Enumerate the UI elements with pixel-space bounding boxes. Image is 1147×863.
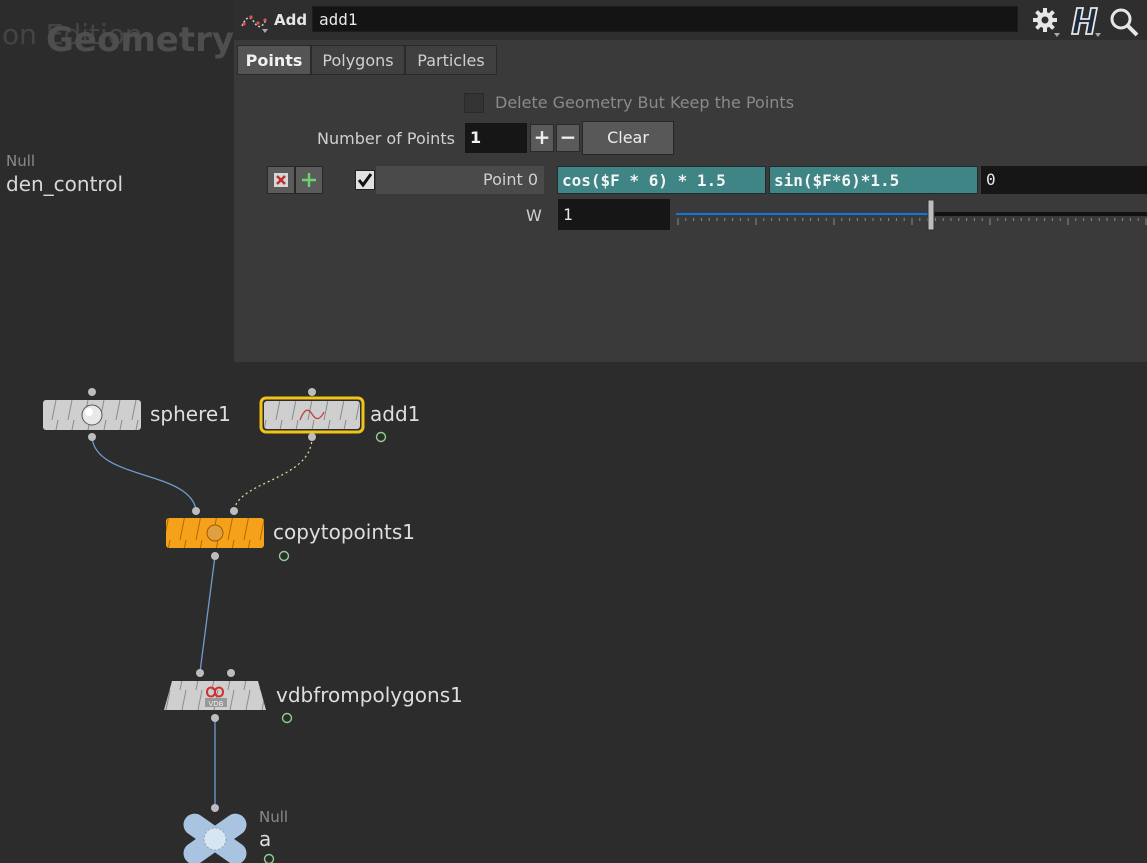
- null-icon: [183, 813, 247, 863]
- delete-geometry-checkbox[interactable]: [464, 93, 484, 113]
- point0-label: Point 0: [483, 170, 538, 189]
- time-dependent-icon: [278, 550, 290, 562]
- point0-z-field[interactable]: 0: [981, 166, 1147, 194]
- tab-points[interactable]: Points: [237, 45, 311, 75]
- wire-add-to-copy[interactable]: [233, 436, 313, 511]
- node-add1[interactable]: add1: [259, 388, 420, 443]
- number-of-points-label: Number of Points: [317, 129, 455, 148]
- node-null-a[interactable]: Null a: [179, 804, 288, 863]
- node-name-input[interactable]: [312, 6, 1018, 32]
- w-field[interactable]: 1: [558, 199, 670, 230]
- time-dependent-icon: [375, 431, 387, 443]
- selected-null-type: Null: [6, 152, 36, 170]
- node-network[interactable]: sphere1 add1 copytopoints1 VDB vdbfrompo…: [0, 362, 1147, 863]
- node-label-add1: add1: [370, 402, 420, 426]
- add-point-button[interactable]: +: [530, 124, 554, 152]
- delete-geometry-label: Delete Geometry But Keep the Points: [495, 93, 795, 112]
- node-copytopoints1[interactable]: copytopoints1: [166, 507, 415, 562]
- node-type-null: Null: [259, 808, 288, 826]
- houdini-menu-icon[interactable]: [1070, 4, 1104, 38]
- point0-y-expression[interactable]: sin($F*6)*1.5: [769, 166, 978, 194]
- point0-x-expression[interactable]: cos($F * 6) * 1.5: [557, 166, 766, 194]
- sphere-icon: [81, 404, 103, 426]
- selected-null-name: den_control: [6, 172, 124, 196]
- w-label: W: [526, 206, 542, 225]
- node-label-a: a: [259, 827, 271, 851]
- point0-enable-checkbox[interactable]: [355, 170, 375, 190]
- w-slider[interactable]: [674, 198, 1147, 232]
- checkmark-icon: [357, 173, 373, 188]
- vdb-badge: VDB: [209, 700, 224, 708]
- number-of-points-field[interactable]: 1: [465, 123, 527, 153]
- remove-multiparm-button[interactable]: [267, 166, 295, 194]
- time-dependent-icon: [263, 853, 275, 863]
- gear-icon[interactable]: [1030, 6, 1062, 38]
- operator-type-label: Add: [274, 11, 308, 29]
- context-watermark: Geometry: [46, 20, 234, 60]
- node-vdbfrompolygons1[interactable]: VDB vdbfrompolygons1: [164, 669, 463, 724]
- add-node-icon[interactable]: [240, 10, 272, 34]
- node-label-copytopoints1: copytopoints1: [273, 520, 415, 544]
- plus-icon: [302, 173, 316, 187]
- wire-copy-to-vdb[interactable]: [199, 555, 216, 673]
- search-icon[interactable]: [1108, 6, 1140, 38]
- insert-multiparm-button[interactable]: [295, 166, 323, 194]
- copy-icon: [206, 524, 224, 542]
- node-label-sphere1: sphere1: [150, 402, 231, 426]
- node-sphere1[interactable]: sphere1: [43, 388, 231, 441]
- close-icon: [274, 173, 288, 187]
- node-label-vdbfrompolygons1: vdbfrompolygons1: [276, 683, 463, 707]
- wire-sphere-to-copy[interactable]: [91, 436, 197, 511]
- remove-point-button[interactable]: −: [556, 124, 580, 152]
- time-dependent-icon: [281, 712, 293, 724]
- w-slider-handle[interactable]: [927, 199, 935, 231]
- tab-polygons[interactable]: Polygons: [311, 45, 405, 75]
- tab-particles[interactable]: Particles: [405, 45, 497, 75]
- clear-button[interactable]: Clear: [582, 121, 674, 155]
